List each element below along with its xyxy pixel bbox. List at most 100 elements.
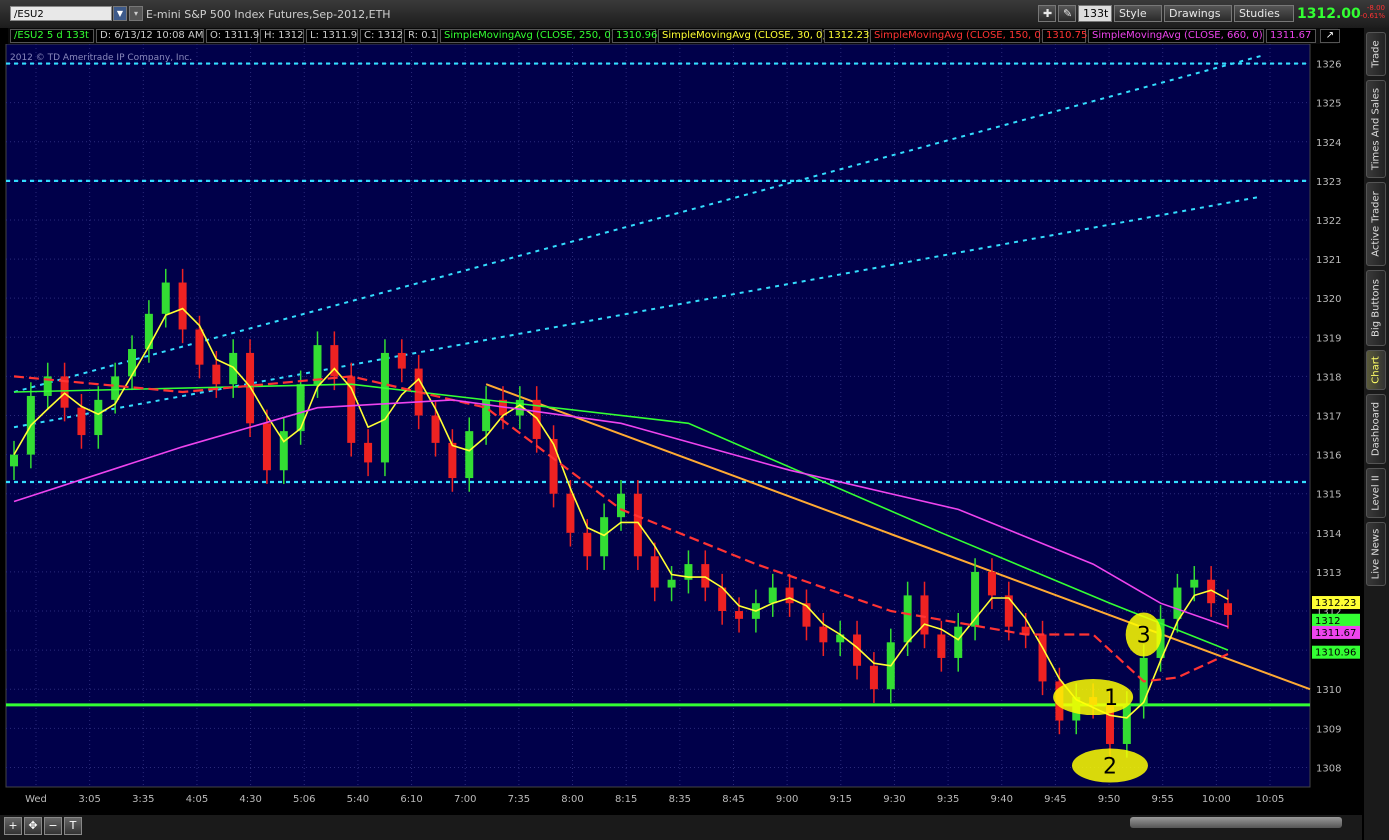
tab-times-and-sales[interactable]: Times And Sales — [1366, 80, 1386, 178]
study-label-sma250[interactable]: SimpleMovingAvg (CLOSE, 250, 0) — [440, 29, 615, 43]
zoom-out-icon[interactable]: − — [44, 817, 62, 835]
candle-body — [431, 415, 440, 443]
chart-scrollbar[interactable] — [1130, 817, 1342, 828]
candle-body — [954, 626, 963, 658]
candle-body — [10, 454, 18, 467]
x-tick-label: 8:00 — [561, 794, 583, 805]
tab-level-ii[interactable]: Level II — [1366, 468, 1386, 518]
studies-button[interactable]: Studies — [1234, 5, 1294, 22]
x-tick-label: 9:30 — [883, 794, 905, 805]
annotation-label: 1 — [1104, 686, 1118, 711]
x-tick-label: 4:05 — [186, 794, 208, 805]
chart-canvas[interactable]: 1308130913101311131213131314131513161317… — [0, 43, 1362, 815]
candle-body — [1173, 587, 1182, 619]
candle-body — [465, 431, 474, 479]
x-tick-label: 10:00 — [1202, 794, 1231, 805]
candle-body — [785, 587, 794, 604]
wrench-icon[interactable]: ✎ — [1058, 5, 1076, 22]
pan-icon[interactable]: ✥ — [24, 817, 42, 835]
tab-label: Live News — [1370, 528, 1382, 580]
candle-body — [364, 442, 373, 463]
candle-body — [397, 352, 406, 369]
y-tick-label: 1324 — [1316, 138, 1341, 149]
chart-window: /ESU2 ▼ ▾ E-mini S&P 500 Index Futures,S… — [0, 0, 1389, 840]
x-tick-label: 10:05 — [1256, 794, 1285, 805]
studies-label: Studies — [1239, 7, 1280, 20]
x-tick-label: 9:50 — [1098, 794, 1120, 805]
side-tabs: Trade Times And Sales Active Trader Big … — [1364, 28, 1389, 840]
study-label-sma30[interactable]: SimpleMovingAvg (CLOSE, 30, 0) — [658, 29, 826, 43]
candle-body — [1224, 603, 1232, 615]
x-tick-label: 8:35 — [669, 794, 691, 805]
crosshair-icon[interactable]: ✚ — [1038, 5, 1056, 22]
tab-dashboard[interactable]: Dashboard — [1366, 394, 1386, 464]
x-tick-label: 3:35 — [132, 794, 154, 805]
candle-body — [667, 579, 676, 588]
net-change: -8.00 -0.61% — [1355, 4, 1385, 20]
x-tick-label: 8:45 — [722, 794, 744, 805]
candle-body — [549, 438, 558, 494]
annotation-label: 3 — [1137, 623, 1151, 648]
candle-body — [600, 517, 609, 557]
candle-body — [869, 665, 878, 690]
y-tick-label: 1310 — [1316, 685, 1341, 696]
study-label-sma660[interactable]: SimpleMovingAvg (CLOSE, 660, 0) — [1088, 29, 1264, 43]
y-tick-label: 1321 — [1316, 255, 1341, 266]
y-tick-label: 1315 — [1316, 490, 1341, 501]
x-tick-label: 9:40 — [991, 794, 1013, 805]
symbol-dropdown-icon[interactable]: ▼ — [113, 6, 127, 21]
candle-body — [566, 493, 575, 533]
symbol-input[interactable]: /ESU2 — [10, 6, 112, 21]
candle-body — [819, 626, 828, 643]
tab-live-news[interactable]: Live News — [1366, 522, 1386, 586]
candle-body — [1122, 704, 1131, 744]
candle-body — [144, 313, 153, 350]
info-close: C: 1312 — [360, 29, 403, 43]
candle-body — [701, 564, 710, 588]
tab-label: Dashboard — [1370, 401, 1382, 457]
candle-body — [380, 352, 389, 463]
candle-body — [94, 399, 103, 436]
y-tick-label: 1322 — [1316, 216, 1341, 227]
last-price: 1312.00 — [1297, 6, 1361, 22]
y-tick-label: 1325 — [1316, 99, 1341, 110]
chart-settings-icon[interactable]: ↗ — [1320, 29, 1340, 43]
toolbar: /ESU2 ▼ ▾ E-mini S&P 500 Index Futures,S… — [0, 0, 1389, 28]
candle-body — [920, 595, 929, 635]
y-tick-label: 1308 — [1316, 763, 1341, 774]
x-tick-label: 9:35 — [937, 794, 959, 805]
candle-body — [111, 376, 120, 400]
price-chart[interactable]: 1308130913101311131213131314131513161317… — [0, 43, 1362, 840]
study-label-sma150[interactable]: SimpleMovingAvg (CLOSE, 150, 0) — [870, 29, 1045, 43]
symbol-menu-icon[interactable]: ▾ — [129, 6, 143, 21]
tab-trade[interactable]: Trade — [1366, 32, 1386, 76]
candle-body — [735, 611, 744, 619]
tab-label: Level II — [1370, 475, 1382, 511]
candle-body — [768, 587, 777, 604]
x-tick-label: 9:15 — [830, 794, 852, 805]
candle-body — [212, 364, 221, 385]
y-tick-label: 1323 — [1316, 177, 1341, 188]
info-symbol: /ESU2 5 d 133t — [10, 29, 94, 43]
x-tick-label: 8:15 — [615, 794, 637, 805]
y-tick-label: 1318 — [1316, 372, 1341, 383]
y-tick-label: 1313 — [1316, 568, 1341, 579]
drawings-button[interactable]: Drawings — [1164, 5, 1232, 22]
annotation-marker[interactable] — [1053, 679, 1134, 716]
tab-chart[interactable]: Chart — [1366, 350, 1386, 390]
tab-big-buttons[interactable]: Big Buttons — [1366, 270, 1386, 346]
price-tag-label: 1312 — [1315, 616, 1340, 627]
info-date: D: 6/13/12 10:08 AM — [96, 29, 204, 43]
candle-body — [583, 532, 592, 557]
price-tag-label: 1311.67 — [1315, 628, 1356, 639]
tab-active-trader[interactable]: Active Trader — [1366, 182, 1386, 266]
y-tick-label: 1314 — [1316, 529, 1341, 540]
style-button[interactable]: Style — [1114, 5, 1162, 22]
text-tool-icon[interactable]: T — [64, 817, 82, 835]
candle-body — [617, 493, 625, 518]
info-open: O: 1311.9 — [206, 29, 259, 43]
zoom-in-icon[interactable]: + — [4, 817, 22, 835]
candle-body — [448, 442, 457, 479]
tick-size-button[interactable]: 133t — [1078, 5, 1112, 22]
x-tick-label: 5:40 — [347, 794, 369, 805]
